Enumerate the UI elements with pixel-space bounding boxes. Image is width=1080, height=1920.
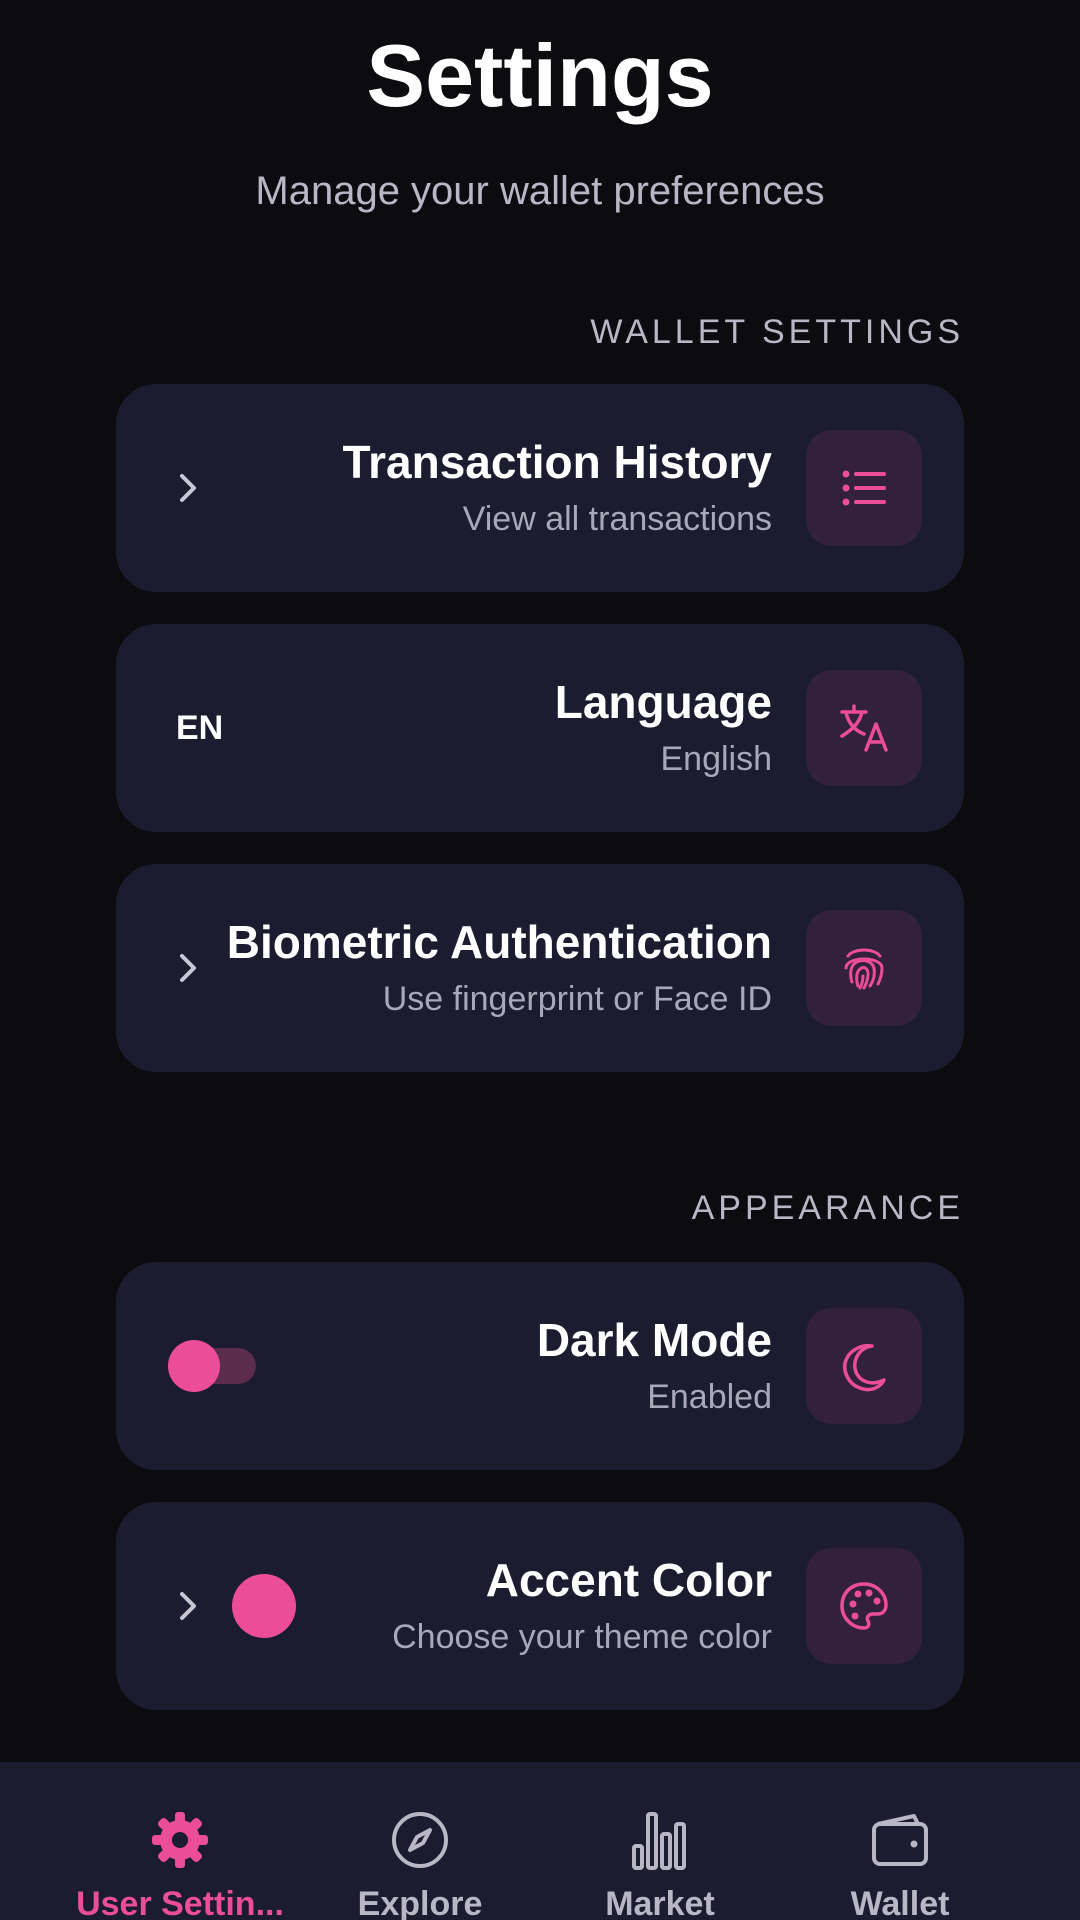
- accent-color-row[interactable]: Accent Color Choose your theme color: [116, 1502, 964, 1710]
- accent-color-swatch: [232, 1574, 296, 1638]
- nav-item-explore[interactable]: Explore: [285, 1762, 555, 1920]
- icon-tile: [806, 910, 922, 1026]
- chevron-right-icon: [180, 954, 196, 982]
- fingerprint-icon: [844, 948, 884, 990]
- icon-tile: [806, 430, 922, 546]
- section-label-wallet-settings: WALLET SETTINGS: [590, 313, 964, 351]
- nav-label: Wallet: [850, 1885, 950, 1920]
- nav-item-user-settings[interactable]: User Settin...: [45, 1762, 315, 1920]
- nav-label: Market: [605, 1885, 715, 1920]
- row-subtitle: View all transactions: [462, 500, 772, 538]
- row-title: Biometric Authentication: [226, 916, 772, 968]
- row-subtitle: Choose your theme color: [392, 1618, 772, 1656]
- nav-item-market[interactable]: Market: [525, 1762, 795, 1920]
- page-subtitle: Manage your wallet preferences: [255, 169, 825, 213]
- palette-icon: [840, 1582, 888, 1630]
- language-code: EN: [176, 709, 224, 747]
- settings-screen: Settings Manage your wallet preferences …: [0, 0, 1080, 1920]
- biometric-authentication-row[interactable]: Biometric Authentication Use fingerprint…: [116, 864, 964, 1072]
- wallet-icon: [872, 1814, 928, 1866]
- row-title: Transaction History: [342, 436, 772, 488]
- bar-chart-icon: [632, 1812, 686, 1870]
- translate-icon: [840, 704, 888, 752]
- dark-mode-toggle[interactable]: [168, 1338, 258, 1394]
- nav-label: User Settin...: [76, 1885, 284, 1920]
- page-title: Settings: [366, 26, 714, 125]
- bottom-nav: User Settin... Explore Market Wallet: [0, 1762, 1080, 1920]
- list-icon: [842, 470, 886, 506]
- transaction-history-row[interactable]: Transaction History View all transaction…: [116, 384, 964, 592]
- icon-tile: [806, 1548, 922, 1664]
- toggle-thumb: [168, 1340, 220, 1392]
- section-label-appearance: APPEARANCE: [691, 1189, 964, 1227]
- chevron-right-icon: [180, 1592, 196, 1620]
- row-subtitle: English: [660, 740, 772, 778]
- row-title: Accent Color: [485, 1554, 772, 1606]
- icon-tile: [806, 670, 922, 786]
- compass-icon: [392, 1812, 448, 1868]
- row-subtitle: Enabled: [647, 1378, 772, 1416]
- gear-icon: [152, 1812, 208, 1868]
- icon-tile: [806, 1308, 922, 1424]
- row-title: Language: [554, 676, 772, 728]
- moon-icon: [843, 1343, 886, 1392]
- language-row[interactable]: EN Language English: [116, 624, 964, 832]
- nav-label: Explore: [357, 1885, 483, 1920]
- nav-item-wallet[interactable]: Wallet: [765, 1762, 1035, 1920]
- chevron-right-icon: [180, 474, 196, 502]
- dark-mode-row: Dark Mode Enabled: [116, 1262, 964, 1470]
- row-subtitle: Use fingerprint or Face ID: [382, 980, 772, 1018]
- row-title: Dark Mode: [536, 1314, 772, 1366]
